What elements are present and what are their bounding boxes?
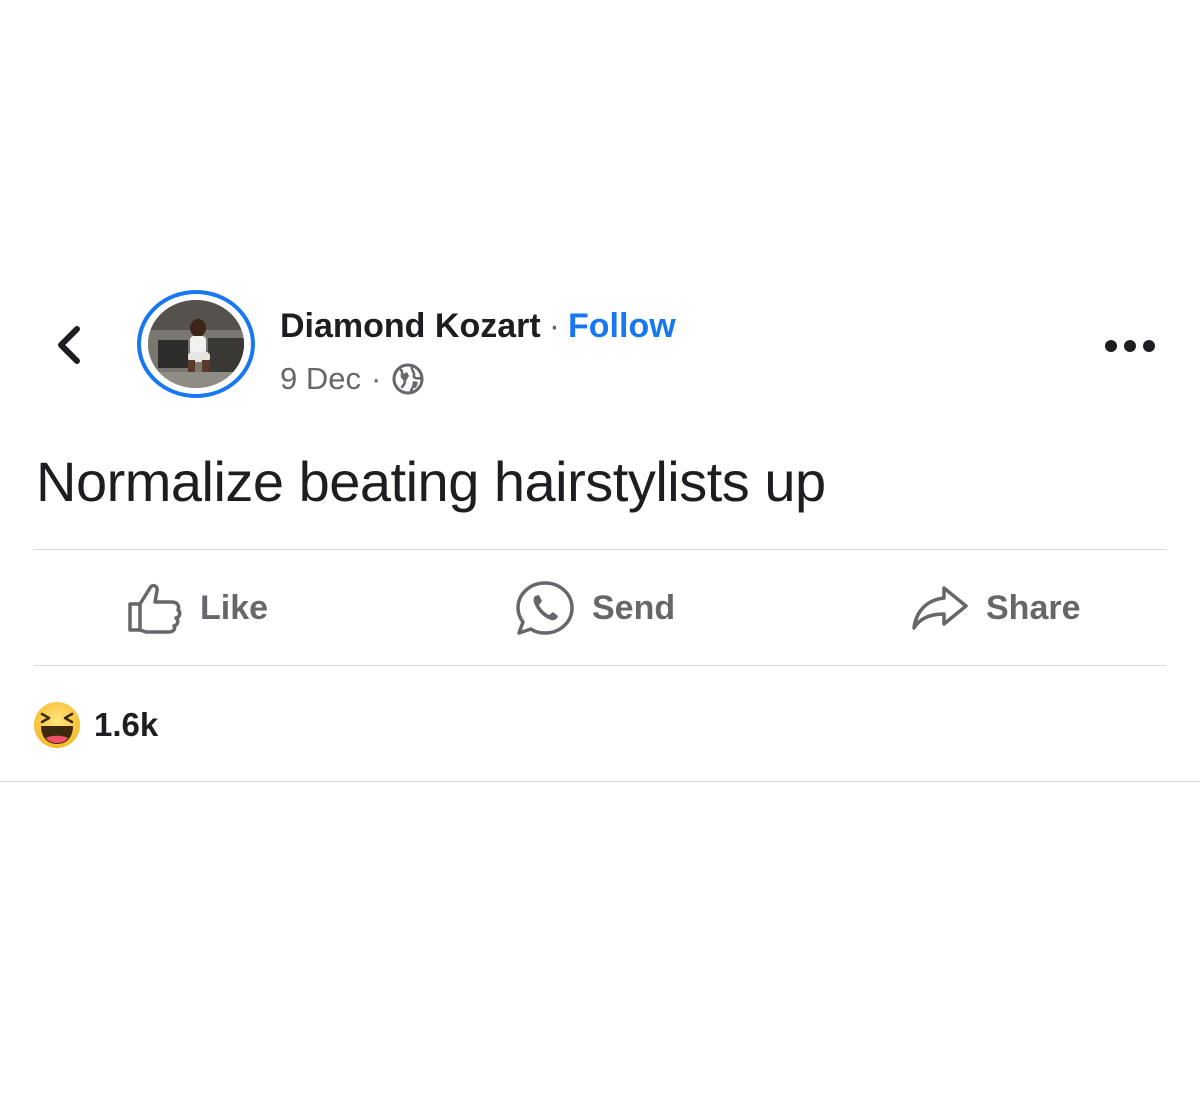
like-label: Like xyxy=(200,588,269,627)
back-button[interactable] xyxy=(48,320,88,370)
chevron-left-icon xyxy=(58,326,80,364)
reactions-summary[interactable]: 1.6k xyxy=(32,700,158,750)
globe-icon xyxy=(391,362,425,396)
thumbs-up-icon xyxy=(128,583,182,634)
author-name[interactable]: Diamond Kozart xyxy=(280,307,541,345)
separator-dot: · xyxy=(548,307,561,345)
post-meta: 9 Dec · xyxy=(280,358,425,400)
whatsapp-icon xyxy=(516,581,574,635)
follow-button[interactable]: Follow xyxy=(568,307,676,345)
divider-middle xyxy=(34,665,1166,666)
divider-top xyxy=(34,549,1166,550)
laughing-emoji-icon xyxy=(34,702,80,748)
post-text: Normalize beating hairstylists up xyxy=(36,450,826,513)
divider-bottom xyxy=(0,781,1200,782)
post-header: Diamond Kozart · Follow xyxy=(280,304,676,348)
send-button[interactable]: Send xyxy=(514,556,675,660)
avatar-photo xyxy=(148,300,244,388)
post-date[interactable]: 9 Dec xyxy=(280,358,361,400)
share-button[interactable]: Share xyxy=(910,556,1081,660)
more-dots-icon xyxy=(1105,340,1155,352)
avatar xyxy=(148,300,244,388)
meta-separator-dot: · xyxy=(370,361,382,396)
action-bar: Like Send Share xyxy=(36,556,1166,660)
more-options-button[interactable] xyxy=(1098,326,1162,366)
like-button[interactable]: Like xyxy=(126,556,268,660)
share-label: Share xyxy=(986,588,1081,627)
send-label: Send xyxy=(592,588,676,627)
reaction-count: 1.6k xyxy=(94,706,159,743)
share-arrow-icon xyxy=(912,586,968,630)
avatar-ring[interactable] xyxy=(137,290,255,398)
